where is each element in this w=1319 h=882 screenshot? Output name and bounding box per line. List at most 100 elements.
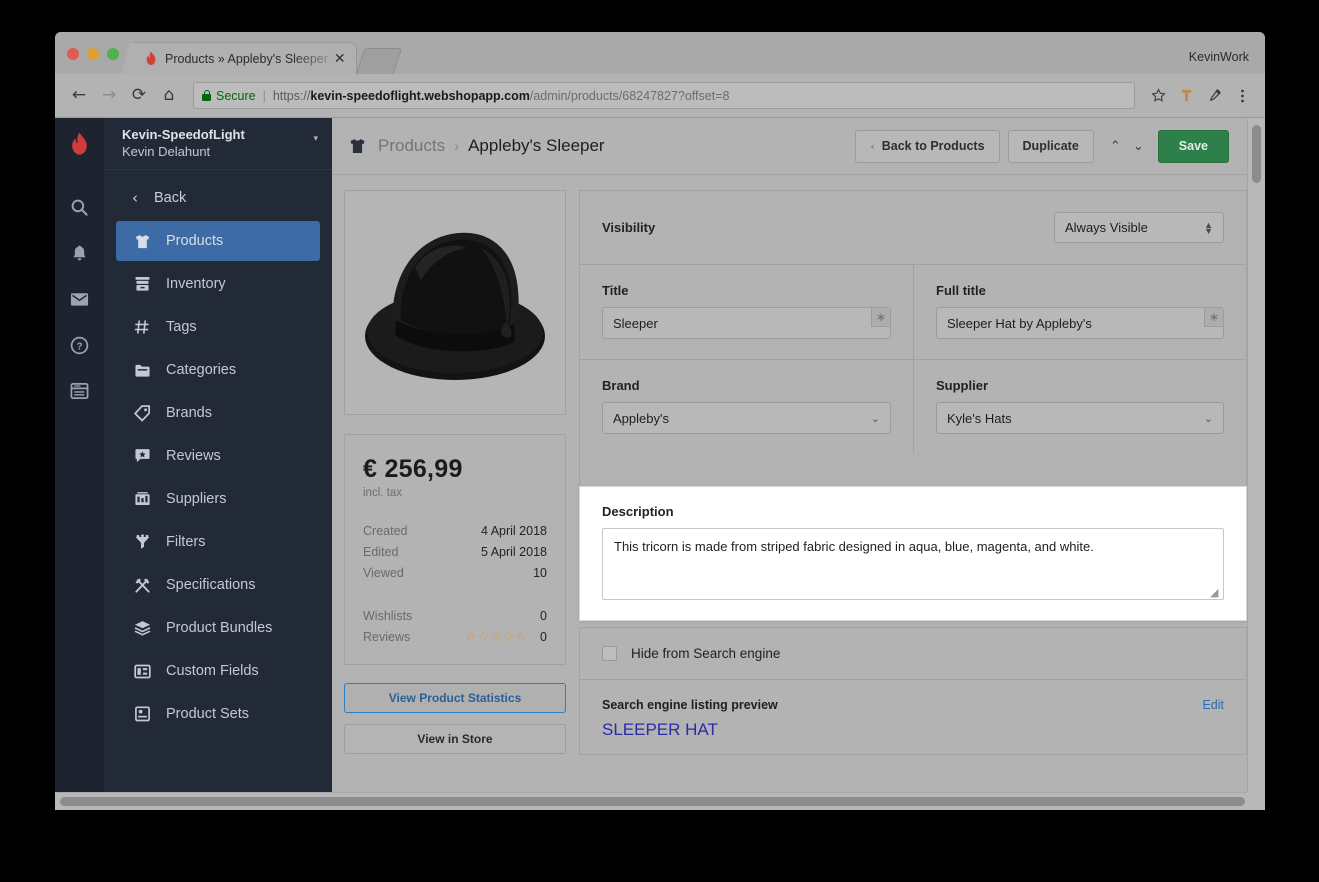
breadcrumb-parent[interactable]: Products (378, 136, 445, 156)
browser-tab-active[interactable]: Products » Appleby's Sleeper ✕ (121, 42, 357, 74)
product-summary-column: € 256,99 incl. tax Created 4 April 2018 … (344, 190, 566, 792)
sidebar-item-label: Product Sets (166, 706, 250, 722)
title-row: Title Sleeper ∗ Full title Sleeper Hat b… (580, 264, 1246, 359)
sidebar-item-product-sets[interactable]: Product Sets (116, 694, 320, 734)
tools-icon (132, 577, 152, 594)
global-icon-rail: ? (55, 118, 104, 792)
inventory-box-icon (132, 276, 152, 292)
address-bar[interactable]: Secure | https://kevin-speedoflight.webs… (193, 82, 1135, 109)
review-star-bubble-icon (132, 448, 152, 464)
chevron-down-icon: ⌄ (870, 411, 880, 425)
save-label: Save (1178, 139, 1208, 153)
seo-preview-label: Search engine listing preview (602, 698, 778, 712)
menu-kebab-icon[interactable] (1229, 83, 1255, 109)
extension-icon[interactable] (1173, 83, 1199, 109)
supplier-select[interactable]: Kyle's Hats ⌄ (936, 402, 1224, 434)
hide-from-search-row[interactable]: Hide from Search engine (580, 628, 1246, 679)
reload-icon[interactable]: ⟳ (125, 82, 153, 110)
sidebar-item-label: Inventory (166, 276, 226, 292)
maximize-window-button[interactable] (107, 48, 119, 60)
sidebar-item-label: Product Bundles (166, 620, 273, 636)
hide-from-search-checkbox[interactable] (602, 646, 617, 661)
seo-preview-title[interactable]: SLEEPER HAT (602, 720, 1224, 740)
back-to-products-label: Back to Products (881, 139, 985, 153)
sidebar-back-link[interactable]: ‹ Back (104, 178, 332, 218)
stat-value: 10 (533, 566, 547, 580)
view-product-statistics-button[interactable]: View Product Statistics (344, 683, 566, 713)
duplicate-button[interactable]: Duplicate (1007, 129, 1094, 163)
star-icon[interactable] (1145, 83, 1171, 109)
sidebar-item-label: Filters (166, 534, 206, 550)
back-icon[interactable]: ← (65, 82, 93, 110)
sidebar-item-products[interactable]: Products (116, 221, 320, 261)
view-in-store-button[interactable]: View in Store (344, 724, 566, 754)
browser-toolbar: ← → ⟳ ⌂ Secure | https://kevin-speedofli… (55, 74, 1265, 118)
search-icon[interactable] (60, 184, 100, 230)
horizontal-scrollbar-thumb[interactable] (60, 797, 1245, 806)
new-tab-button[interactable] (355, 48, 402, 74)
sidebar-item-custom-fields[interactable]: Custom Fields (116, 651, 320, 691)
resize-grip-icon[interactable]: ◢ (1210, 587, 1221, 598)
full-title-field-group: Full title Sleeper Hat by Appleby's ∗ (913, 265, 1246, 359)
secure-label: Secure (216, 88, 256, 103)
sidebar-item-filters[interactable]: Filters (116, 522, 320, 562)
stat-value: 0 (540, 609, 547, 623)
window-controls[interactable] (55, 48, 129, 74)
vertical-scrollbar[interactable] (1247, 118, 1265, 792)
lock-icon (202, 90, 211, 101)
close-tab-button[interactable]: ✕ (334, 52, 346, 66)
flame-icon (146, 51, 156, 65)
notifications-bell-icon[interactable] (60, 230, 100, 276)
product-form-column: Visibility Always Visible ▲ ▼ Title Sleep… (579, 190, 1247, 792)
supplier-label: Supplier (936, 378, 989, 393)
shop-switcher[interactable]: Kevin-SpeedofLight Kevin Delahunt ▾ (104, 118, 332, 170)
chevron-down-icon[interactable]: ▾ (313, 134, 318, 144)
sidebar-item-brands[interactable]: Brands (116, 393, 320, 433)
stat-row: Wishlists 0 (363, 606, 547, 627)
home-icon[interactable]: ⌂ (155, 82, 183, 110)
sidebar-item-inventory[interactable]: Inventory (116, 264, 320, 304)
custom-fields-icon (132, 664, 152, 679)
title-input[interactable]: Sleeper (602, 307, 891, 339)
visibility-label: Visibility (602, 220, 656, 235)
lightspeed-flame-logo[interactable] (69, 132, 90, 162)
title-label: Title (602, 283, 629, 298)
seo-edit-link[interactable]: Edit (1202, 698, 1224, 712)
sidebar-item-tags[interactable]: Tags (116, 307, 320, 347)
eyedropper-icon[interactable] (1201, 83, 1227, 109)
sidebar-item-categories[interactable]: Categories (116, 350, 320, 390)
app-viewport: ? Kevin-SpeedofLight Kevin Delahunt ▾ ‹ … (55, 118, 1265, 810)
description-textarea[interactable]: This tricorn is made from striped fabric… (602, 528, 1224, 600)
sidebar-item-label: Brands (166, 405, 212, 421)
next-product-button[interactable]: ⌄ (1127, 130, 1150, 163)
save-button[interactable]: Save (1157, 129, 1229, 163)
page-body: € 256,99 incl. tax Created 4 April 2018 … (332, 175, 1247, 792)
help-icon[interactable]: ? (60, 322, 100, 368)
visibility-select[interactable]: Always Visible ▲ ▼ (1054, 212, 1224, 243)
sidebar-item-label: Products (166, 233, 224, 249)
mail-icon[interactable] (60, 276, 100, 322)
supplier-value: Kyle's Hats (947, 410, 1012, 426)
back-to-products-button[interactable]: ‹ Back to Products (855, 129, 1000, 163)
sidebar-item-label: Tags (166, 319, 197, 335)
browser-profile-label[interactable]: KevinWork (1189, 50, 1265, 74)
brand-label: Brand (602, 378, 640, 393)
close-window-button[interactable] (67, 48, 79, 60)
chevron-left-icon: ‹ (132, 189, 138, 207)
sidebar-item-specifications[interactable]: Specifications (116, 565, 320, 605)
horizontal-scrollbar[interactable] (55, 792, 1265, 810)
product-sets-icon (132, 706, 152, 722)
sidebar-item-reviews[interactable]: Reviews (116, 436, 320, 476)
sidebar-item-product-bundles[interactable]: Product Bundles (116, 608, 320, 648)
stat-row: Edited 5 April 2018 (363, 542, 547, 563)
vertical-scrollbar-thumb[interactable] (1252, 125, 1261, 183)
previous-product-button[interactable]: ⌃ (1104, 130, 1127, 163)
minimize-window-button[interactable] (87, 48, 99, 60)
product-image-card[interactable] (344, 190, 566, 415)
supplier-field-group: Supplier Kyle's Hats ⌄ (913, 360, 1246, 454)
seo-panel: Hide from Search engine Search engine li… (579, 627, 1247, 755)
brand-select[interactable]: Appleby's ⌄ (602, 402, 891, 434)
full-title-input[interactable]: Sleeper Hat by Appleby's (936, 307, 1224, 339)
browser-window-icon[interactable] (60, 368, 100, 414)
sidebar-item-suppliers[interactable]: Suppliers (116, 479, 320, 519)
